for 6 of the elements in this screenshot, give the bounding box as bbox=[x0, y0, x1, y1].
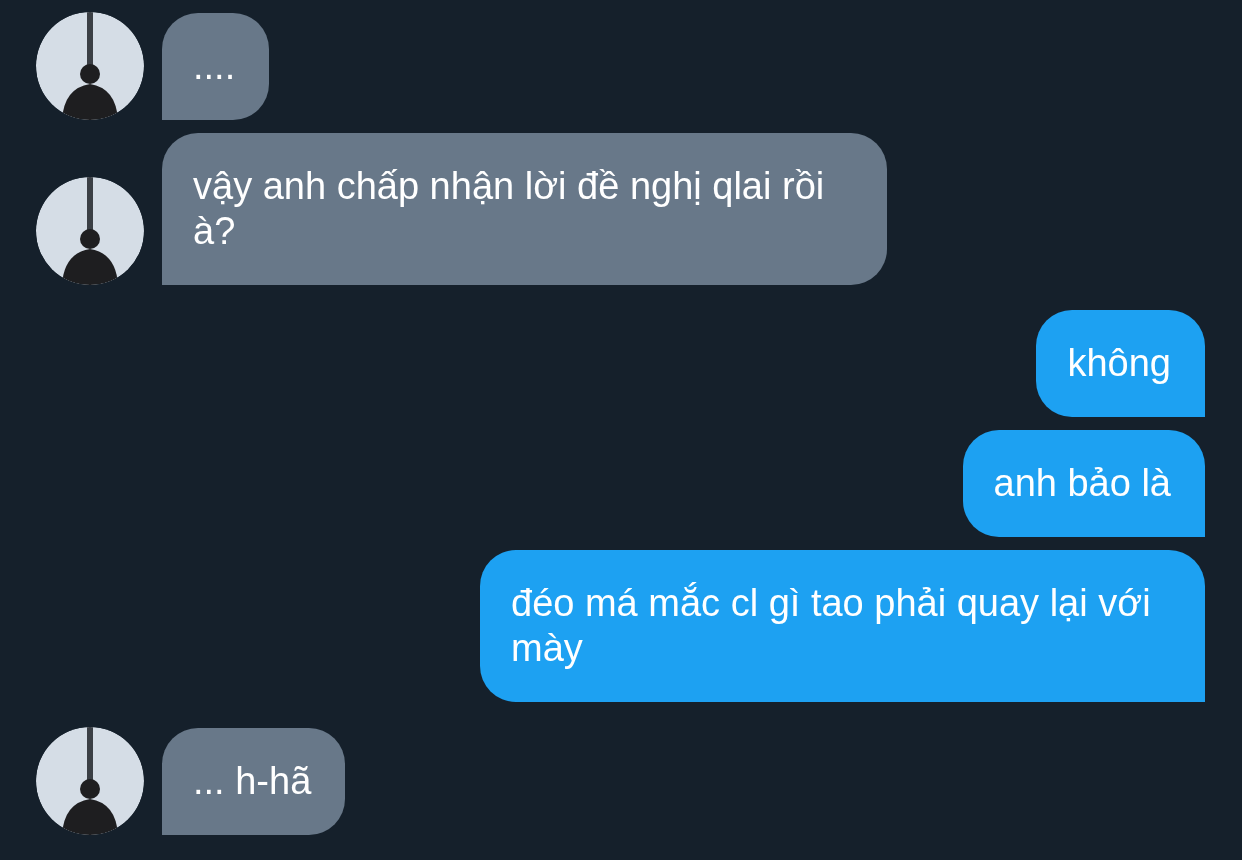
message-bubble: .... bbox=[162, 13, 270, 120]
message-bubble: đéo má mắc cl gì tao phải quay lại với mày bbox=[480, 550, 1205, 702]
message-bubble: ... h-hã bbox=[162, 728, 346, 835]
message-bubble: vậy anh chấp nhận lời đề nghị qlai rồi à? bbox=[162, 133, 887, 285]
message-bubble: không bbox=[1036, 310, 1205, 417]
message-bubble: anh bảo là bbox=[962, 430, 1205, 537]
